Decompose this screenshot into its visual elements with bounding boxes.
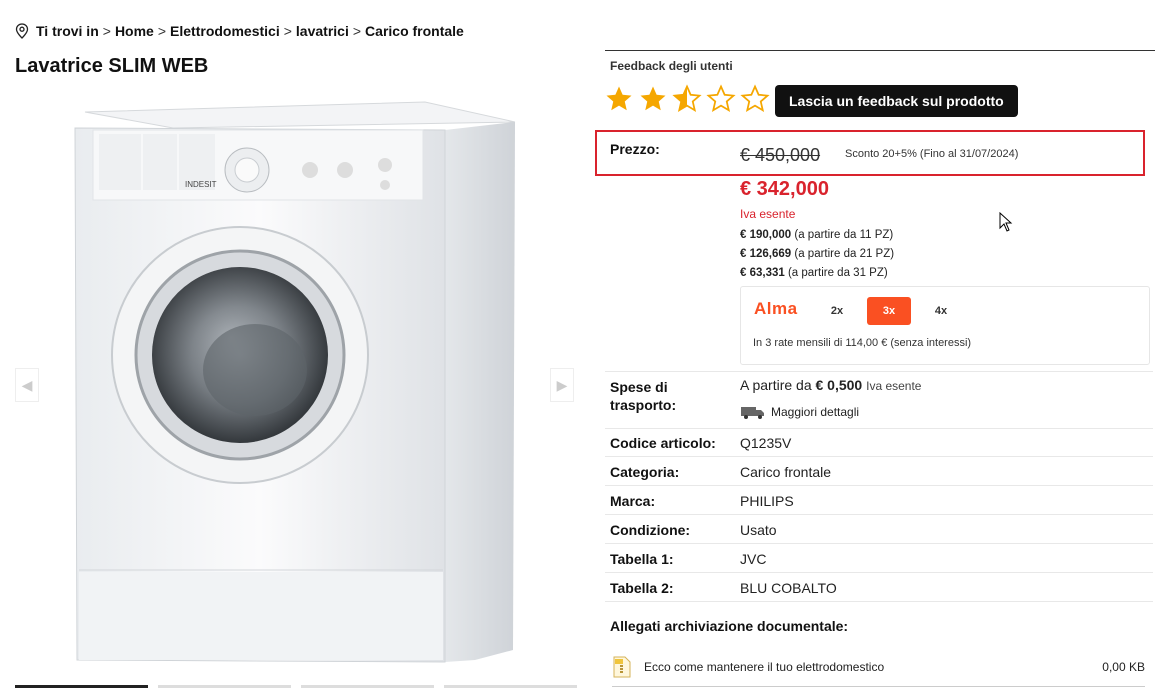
- gallery-prev-button[interactable]: ◀: [15, 368, 39, 402]
- tier-note: (a partire da 21 PZ): [794, 248, 895, 260]
- spec-label-tabella-1: Tabella 1:: [610, 551, 674, 567]
- divider: [605, 601, 1153, 602]
- shipping-label: Spese di trasporto:: [610, 379, 677, 413]
- price-tier: € 190,000 (a partire da 11 PZ): [740, 229, 893, 241]
- breadcrumb-lavatrici[interactable]: lavatrici: [296, 23, 349, 39]
- spec-value-tabella-1: JVC: [740, 551, 767, 567]
- attachment-name[interactable]: Ecco come mantenere il tuo elettrodomest…: [644, 660, 1102, 674]
- chevron-right-icon: ▶: [556, 376, 568, 393]
- divider: [605, 514, 1153, 515]
- shipping-value: A partire da € 0,500 Iva esente: [740, 377, 921, 393]
- brand-logo: INDESIT: [185, 180, 217, 189]
- spec-value-condizione: Usato: [740, 522, 777, 538]
- star-half-icon[interactable]: [672, 84, 702, 114]
- old-price: € 450,000: [740, 145, 821, 165]
- price-tier: € 126,669 (a partire da 21 PZ): [740, 248, 894, 260]
- discount-note: Sconto 20+5% (Fino al 31/07/2024): [845, 148, 1019, 160]
- divider: [605, 428, 1153, 429]
- divider: [605, 572, 1153, 573]
- spec-label-categoria: Categoria:: [610, 464, 680, 480]
- truck-icon: [741, 407, 764, 419]
- attachment-row[interactable]: Ecco come mantenere il tuo elettrodomest…: [612, 655, 1145, 679]
- spec-value-categoria: Carico frontale: [740, 464, 832, 480]
- star-empty-icon[interactable]: [740, 84, 770, 114]
- spec-value-marca: PHILIPS: [740, 493, 794, 509]
- spec-label-tabella-2: Tabella 2:: [610, 580, 674, 596]
- tier-price: € 126,669: [740, 248, 792, 260]
- shipping-details-label[interactable]: Maggiori dettagli: [771, 405, 859, 419]
- breadcrumb-separator: >: [157, 23, 167, 39]
- alma-option-3x[interactable]: 3x: [867, 297, 911, 325]
- divider: [612, 686, 1145, 687]
- shipping-vat-note: Iva esente: [866, 379, 922, 393]
- tier-price: € 190,000: [740, 229, 792, 241]
- spec-label-marca: Marca:: [610, 493, 656, 509]
- breadcrumb-carico-frontale[interactable]: Carico frontale: [365, 23, 464, 39]
- star-full-icon[interactable]: [638, 84, 668, 114]
- breadcrumb-prefix: Ti trovi in: [36, 23, 99, 39]
- tier-note: (a partire da 31 PZ): [787, 267, 888, 279]
- divider: [605, 50, 1155, 51]
- breadcrumb-home[interactable]: Home: [115, 23, 154, 39]
- shipping-prefix: A partire da: [740, 377, 812, 393]
- location-pin-icon: [15, 22, 31, 40]
- divider: [605, 485, 1153, 486]
- feedback-label: Feedback degli utenti: [610, 59, 733, 73]
- divider: [605, 371, 1153, 372]
- breadcrumb: Ti trovi in > Home > Elettrodomestici > …: [15, 22, 464, 40]
- alma-installment-text: In 3 rate mensili di 114,00 € (senza int…: [753, 337, 972, 349]
- spec-label-codice: Codice articolo:: [610, 435, 716, 451]
- tier-note: (a partire da 11 PZ): [794, 229, 894, 241]
- alma-installments-widget: Alma 2x 3x 4x In 3 rate mensili di 114,0…: [740, 286, 1150, 365]
- star-full-icon[interactable]: [604, 84, 634, 114]
- shipping-details-link[interactable]: Maggiori dettagli: [740, 405, 859, 419]
- spec-value-codice: Q1235V: [740, 435, 792, 451]
- zip-file-icon: [613, 656, 631, 678]
- current-price: € 342,000: [740, 178, 829, 200]
- attachment-size: 0,00 KB: [1102, 660, 1145, 674]
- product-gallery: INDESIT ◀ ▶: [15, 90, 577, 688]
- product-image[interactable]: INDESIT: [15, 90, 577, 688]
- rating-stars[interactable]: [604, 84, 770, 114]
- alma-logo: Alma: [754, 299, 798, 318]
- breadcrumb-separator: >: [102, 23, 111, 39]
- alma-option-2x[interactable]: 2x: [815, 297, 859, 325]
- spec-value-tabella-2: BLU COBALTO: [740, 580, 837, 596]
- leave-feedback-button[interactable]: Lascia un feedback sul prodotto: [775, 85, 1018, 117]
- breadcrumb-separator: >: [352, 23, 362, 39]
- breadcrumb-separator: >: [283, 23, 292, 39]
- attachments-title: Allegati archiviazione documentale:: [610, 618, 849, 634]
- chevron-left-icon: ◀: [21, 376, 33, 393]
- star-empty-icon[interactable]: [706, 84, 736, 114]
- price-tier: € 63,331 (a partire da 31 PZ): [740, 267, 888, 279]
- tier-price: € 63,331: [740, 267, 785, 279]
- divider: [605, 543, 1153, 544]
- vat-note: Iva esente: [740, 207, 796, 221]
- breadcrumb-elettrodomestici[interactable]: Elettrodomestici: [170, 23, 280, 39]
- price-label: Prezzo:: [610, 141, 660, 157]
- shipping-amount: € 0,500: [815, 377, 863, 393]
- divider: [605, 456, 1153, 457]
- spec-label-condizione: Condizione:: [610, 522, 691, 538]
- page-title: Lavatrice SLIM WEB: [15, 55, 209, 77]
- gallery-next-button[interactable]: ▶: [550, 368, 574, 402]
- mouse-cursor-icon: [999, 212, 1013, 232]
- alma-option-4x[interactable]: 4x: [919, 297, 963, 325]
